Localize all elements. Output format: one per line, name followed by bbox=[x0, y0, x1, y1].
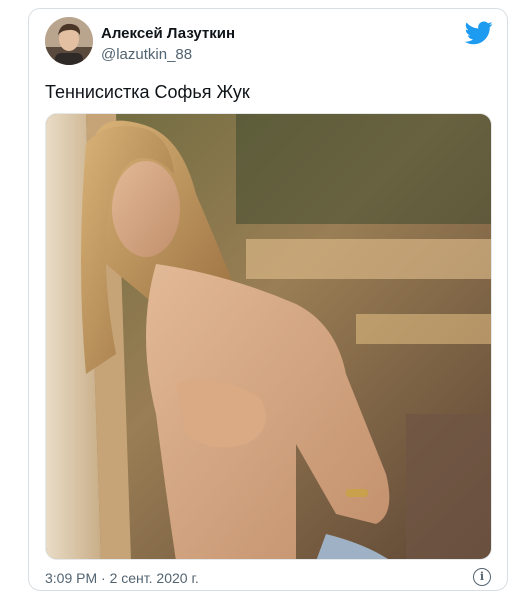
tweet-card[interactable]: Алексей Лазуткин @lazutkin_88 Теннисистк… bbox=[28, 8, 508, 591]
tweet-timestamp[interactable]: 3:09 PM · 2 сент. 2020 г. bbox=[45, 570, 199, 586]
avatar-image bbox=[45, 17, 93, 65]
twitter-bird-icon[interactable] bbox=[464, 21, 493, 45]
tweet-text: Теннисистка Софья Жук bbox=[45, 82, 250, 102]
author-handle[interactable]: @lazutkin_88 bbox=[101, 46, 192, 63]
avatar[interactable] bbox=[45, 17, 93, 65]
info-icon[interactable]: i bbox=[473, 568, 491, 586]
tweet-photo[interactable] bbox=[45, 113, 492, 560]
photo-placeholder bbox=[46, 114, 491, 559]
author-name[interactable]: Алексей Лазуткин bbox=[101, 25, 235, 42]
